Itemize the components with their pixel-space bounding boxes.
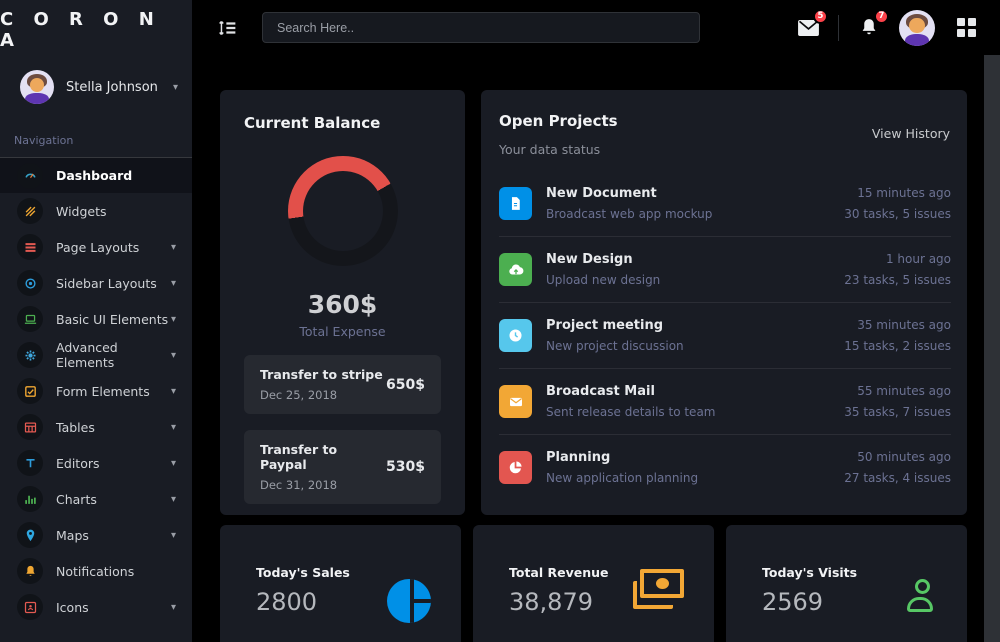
- chevron-down-icon: ▾: [173, 82, 178, 93]
- sidebar-item-tables[interactable]: Tables ▾: [0, 409, 192, 445]
- chevron-down-icon: ▾: [171, 530, 176, 541]
- sidebar-item-advanced-elements[interactable]: Advanced Elements ▾: [0, 337, 192, 373]
- envelope-icon: [499, 385, 532, 418]
- chevron-down-icon: ▾: [171, 494, 176, 505]
- main-content: Current Balance 360$ Total Expense Trans…: [192, 55, 1000, 642]
- stat-value: 2800: [256, 588, 350, 616]
- current-balance-card: Current Balance 360$ Total Expense Trans…: [220, 90, 465, 515]
- project-item: Broadcast Mail Sent release details to t…: [499, 369, 951, 435]
- stat-title: Today's Visits: [762, 565, 857, 580]
- bar-chart-icon: [17, 486, 43, 512]
- rows-icon: [17, 234, 43, 260]
- topbar: 5 7: [192, 0, 1000, 55]
- chevron-down-icon: ▾: [171, 458, 176, 469]
- chevron-down-icon: ▾: [171, 422, 176, 433]
- pie-chart-icon: [387, 579, 431, 623]
- view-history-link[interactable]: View History: [872, 126, 950, 141]
- sidebar-item-basic-ui-elements[interactable]: Basic UI Elements ▾: [0, 301, 192, 337]
- card-subtitle: Your data status: [499, 142, 951, 157]
- balance-caption: Total Expense: [244, 324, 441, 339]
- todays-sales-card: Today's Sales 2800: [220, 525, 461, 642]
- project-item: Project meeting New project discussion 3…: [499, 303, 951, 369]
- user-name: Stella Johnson: [66, 80, 173, 95]
- pie-chart-icon: [499, 451, 532, 484]
- mail-badge: 5: [813, 9, 828, 24]
- todays-visits-card: Today's Visits 2569: [726, 525, 967, 642]
- bell-badge: 7: [874, 9, 889, 24]
- sidebar-item-editors[interactable]: Editors ▾: [0, 445, 192, 481]
- cash-icon: [632, 569, 684, 609]
- typography-icon: [17, 450, 43, 476]
- file-icon: [499, 187, 532, 220]
- card-title: Current Balance: [244, 114, 441, 132]
- user-avatar: [20, 70, 54, 104]
- scrollbar-track[interactable]: [984, 55, 1000, 642]
- mail-icon[interactable]: 5: [794, 14, 822, 42]
- chevron-down-icon: ▾: [171, 314, 176, 325]
- menu-toggle-icon[interactable]: [214, 14, 242, 42]
- sidebar-item-charts[interactable]: Charts ▾: [0, 481, 192, 517]
- apps-grid-icon[interactable]: [957, 18, 976, 37]
- sidebar-item-dashboard[interactable]: Dashboard: [0, 157, 192, 193]
- topbar-actions: 5 7: [794, 10, 976, 46]
- brand-logo[interactable]: C O R O N A: [0, 0, 192, 60]
- project-item: New Document Broadcast web app mockup 15…: [499, 171, 951, 237]
- chevron-down-icon: ▾: [171, 350, 176, 361]
- sidebar-item-sidebar-layouts[interactable]: Sidebar Layouts ▾: [0, 265, 192, 301]
- sidebar-item-form-elements[interactable]: Form Elements ▾: [0, 373, 192, 409]
- stripes-icon: [17, 198, 43, 224]
- checkbox-icon: [17, 378, 43, 404]
- id-card-icon: [17, 594, 43, 620]
- stat-value: 2569: [762, 588, 857, 616]
- chevron-down-icon: ▾: [171, 278, 176, 289]
- sidebar-item-widgets[interactable]: Widgets: [0, 193, 192, 229]
- table-icon: [17, 414, 43, 440]
- sidebar: C O R O N A Stella Johnson ▾ Navigation …: [0, 0, 192, 642]
- transfer-row: Transfer to Paypal Dec 31, 2018 530$: [244, 430, 441, 504]
- user-avatar[interactable]: [899, 10, 935, 46]
- sidebar-item-icons[interactable]: Icons ▾: [0, 589, 192, 625]
- chevron-down-icon: ▾: [171, 602, 176, 613]
- bell-icon[interactable]: 7: [855, 14, 883, 42]
- person-icon: [907, 579, 937, 612]
- topbar-divider: [838, 15, 839, 41]
- gear-icon: [17, 342, 43, 368]
- brand-text: C O R O N A: [0, 9, 192, 51]
- stat-title: Today's Sales: [256, 565, 350, 580]
- chevron-down-icon: ▾: [171, 386, 176, 397]
- sidebar-item-notifications[interactable]: Notifications: [0, 553, 192, 589]
- project-item: Planning New application planning 50 min…: [499, 435, 951, 500]
- stat-value: 38,879: [509, 588, 609, 616]
- sidebar-item-page-layouts[interactable]: Page Layouts ▾: [0, 229, 192, 265]
- chevron-down-icon: ▾: [171, 242, 176, 253]
- bell-icon: [17, 558, 43, 584]
- balance-doughnut-chart: [288, 156, 398, 266]
- speedometer-icon: [17, 163, 43, 189]
- sidebar-item-maps[interactable]: Maps ▾: [0, 517, 192, 553]
- crosshair-icon: [17, 270, 43, 296]
- nav-section-label: Navigation: [0, 120, 192, 157]
- sidebar-profile[interactable]: Stella Johnson ▾: [0, 60, 192, 120]
- transfer-row: Transfer to stripe Dec 25, 2018 650$: [244, 355, 441, 414]
- project-item: New Design Upload new design 1 hour ago …: [499, 237, 951, 303]
- map-pin-icon: [17, 522, 43, 548]
- balance-amount: 360$: [244, 290, 441, 319]
- search-input[interactable]: [262, 12, 700, 43]
- clock-icon: [499, 319, 532, 352]
- sidebar-nav: Dashboard Widgets Page Layouts ▾ Sideba: [0, 157, 192, 625]
- laptop-icon: [17, 306, 43, 332]
- open-projects-card: Open Projects Your data status View Hist…: [481, 90, 967, 515]
- cloud-upload-icon: [499, 253, 532, 286]
- stat-title: Total Revenue: [509, 565, 609, 580]
- corona-dashboard: C O R O N A Stella Johnson ▾ Navigation …: [0, 0, 1000, 642]
- total-revenue-card: Total Revenue 38,879: [473, 525, 714, 642]
